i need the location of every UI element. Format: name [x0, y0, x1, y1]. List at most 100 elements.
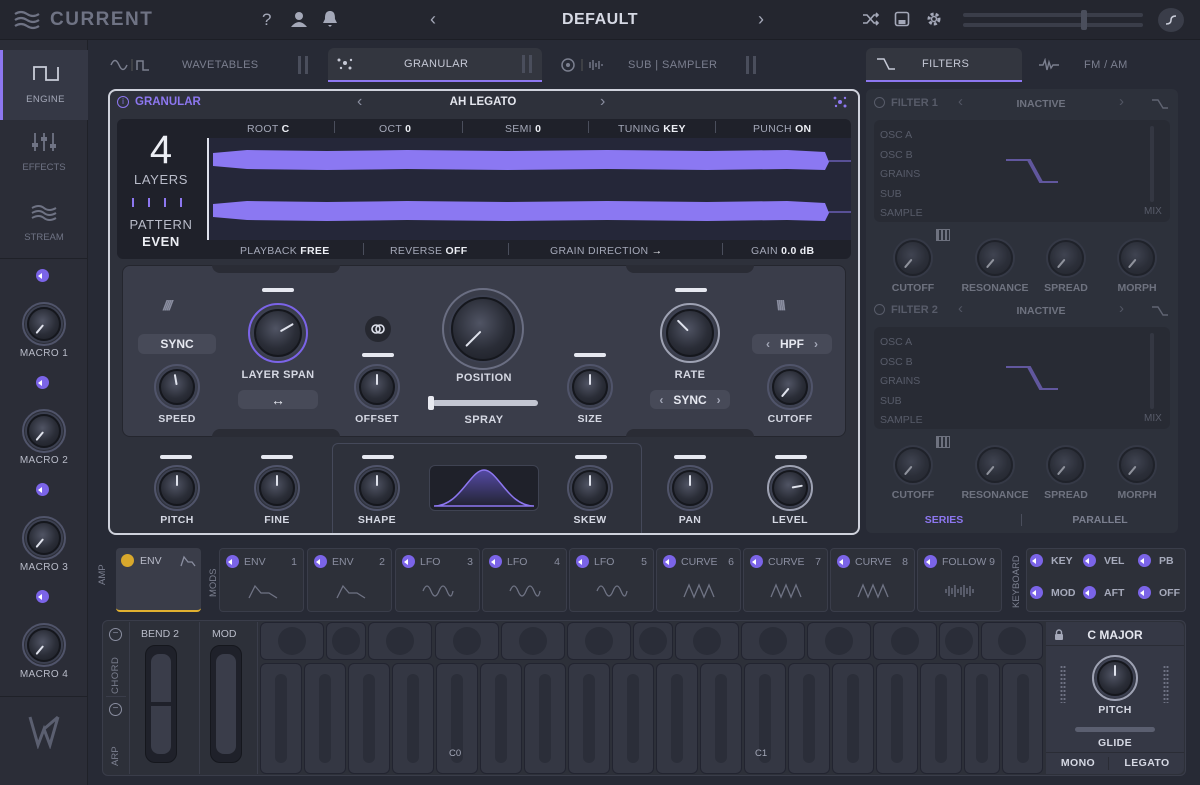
spray-slider[interactable] [428, 396, 538, 410]
power-toggle-icon[interactable] [298, 56, 308, 74]
piano-key[interactable] [873, 622, 937, 660]
piano-key[interactable] [788, 663, 830, 774]
piano-key[interactable] [568, 663, 610, 774]
source-osc-b[interactable]: OSC B [880, 353, 923, 373]
piano-key[interactable] [480, 663, 522, 774]
link-icon[interactable] [365, 316, 391, 342]
pitch-bend-wheel[interactable] [145, 645, 177, 763]
scale-value[interactable]: C MAJOR [1070, 628, 1160, 642]
sample-name[interactable]: AH LEGATO [420, 96, 546, 108]
legato-button[interactable]: LEGATO [1114, 757, 1180, 769]
mod-slot-curve-7[interactable]: CURVE 7 [743, 548, 828, 612]
mod-slot-lfo-4[interactable]: LFO 4 [482, 548, 567, 612]
cutoff-knob[interactable] [772, 369, 808, 405]
piano-key[interactable] [876, 663, 918, 774]
spread-knob[interactable] [1048, 240, 1084, 276]
source-grains[interactable]: GRAINS [880, 165, 923, 185]
mod-source[interactable]: MOD [1030, 586, 1076, 599]
piano-key[interactable] [304, 663, 346, 774]
bend-value[interactable]: 2 [173, 628, 179, 640]
mod-slot-env-1[interactable]: ENV 1 [219, 548, 304, 612]
shape-knob[interactable] [359, 470, 395, 506]
sidebar-item-stream[interactable]: STREAM [0, 194, 88, 258]
arp-toggle-icon[interactable]: − [109, 703, 122, 716]
pb-source[interactable]: PB [1138, 554, 1174, 567]
mod-assign-button[interactable] [402, 555, 415, 568]
source-sub[interactable]: SUB [880, 392, 923, 412]
save-icon[interactable] [894, 11, 910, 27]
mod-assign-button[interactable] [489, 555, 502, 568]
glide-slider[interactable] [1075, 727, 1155, 732]
macro-assign-button[interactable] [36, 376, 49, 394]
cutoff-knob[interactable] [895, 240, 931, 276]
speed-sync-button[interactable]: SYNC [138, 334, 216, 354]
help-icon[interactable]: ? [262, 10, 271, 30]
power-toggle-icon[interactable] [746, 56, 756, 74]
reverse-param[interactable]: REVERSE OFF [390, 245, 467, 257]
pan-knob[interactable] [672, 470, 708, 506]
source-sample[interactable]: SAMPLE [880, 411, 923, 431]
piano-key[interactable] [260, 622, 324, 660]
piano-key[interactable] [675, 622, 739, 660]
filter-status[interactable]: INACTIVE [996, 98, 1086, 110]
off-source[interactable]: OFF [1138, 586, 1180, 599]
tab-sub-sampler[interactable]: SUB | SAMPLER [552, 48, 766, 82]
grain-scatter-icon[interactable] [832, 95, 848, 114]
filter-power-icon[interactable] [874, 304, 885, 315]
piano-key[interactable] [741, 622, 805, 660]
amp-env-assign-button[interactable] [121, 554, 134, 567]
source-sub[interactable]: SUB [880, 185, 923, 205]
power-toggle-icon[interactable] [522, 55, 532, 73]
grain-direction-param[interactable]: GRAIN DIRECTION → [550, 245, 662, 257]
resonance-knob[interactable] [977, 240, 1013, 276]
macro-knob[interactable] [27, 414, 61, 448]
mod-slot-follow-9[interactable]: FOLLOW 9 [917, 548, 1002, 612]
piano-key[interactable] [939, 622, 979, 660]
output-volume-handle[interactable] [1081, 10, 1087, 30]
prev-sample-chevron-icon[interactable]: ‹ [357, 93, 362, 111]
rate-sync-selector[interactable]: ‹ SYNC › [650, 390, 730, 409]
offset-knob[interactable] [359, 369, 395, 405]
macro-assign-button[interactable] [36, 269, 49, 287]
chevron-left-icon[interactable]: ‹ [958, 300, 963, 317]
chevron-left-icon[interactable]: ‹ [958, 93, 963, 110]
chevron-left-icon[interactable]: ‹ [659, 393, 663, 407]
source-osc-a[interactable]: OSC A [880, 126, 923, 146]
amp-env-slot[interactable]: ENV [116, 548, 201, 612]
morph-knob[interactable] [1119, 447, 1155, 483]
piano-key[interactable] [368, 622, 432, 660]
piano-key[interactable] [612, 663, 654, 774]
chevron-left-icon[interactable]: ‹ [766, 337, 770, 351]
semi-param[interactable]: SEMI 0 [505, 123, 541, 135]
preset-name[interactable]: DEFAULT [540, 11, 660, 29]
root-param[interactable]: ROOT C [247, 123, 289, 135]
tuning-param[interactable]: TUNING KEY [618, 123, 686, 135]
speed-knob[interactable] [159, 369, 195, 405]
piano-key[interactable] [260, 663, 302, 774]
tab-granular[interactable]: GRANULAR [328, 48, 542, 82]
macro-assign-button[interactable] [36, 590, 49, 608]
mod-assign-button[interactable] [837, 555, 850, 568]
filter-mix-slider[interactable] [1150, 126, 1154, 202]
piano-key[interactable] [700, 663, 742, 774]
source-grains[interactable]: GRAINS [880, 372, 923, 392]
gain-param[interactable]: GAIN 0.0 dB [751, 245, 814, 257]
piano-key[interactable] [567, 622, 631, 660]
vel-source[interactable]: VEL [1083, 554, 1124, 567]
waveform-toggle-icon[interactable] [1158, 8, 1184, 32]
macro-assign-button[interactable] [36, 483, 49, 501]
playback-param[interactable]: PLAYBACK FREE [240, 245, 330, 257]
master-pitch-knob[interactable] [1097, 660, 1133, 696]
mod-slot-curve-8[interactable]: CURVE 8 [830, 548, 915, 612]
cutoff-knob[interactable] [895, 447, 931, 483]
oct-param[interactable]: OCT 0 [379, 123, 411, 135]
piano-key[interactable] [501, 622, 565, 660]
size-knob[interactable] [572, 369, 608, 405]
piano-key[interactable] [326, 622, 366, 660]
filter-routing-parallel[interactable]: PARALLEL [1060, 514, 1140, 526]
shuffle-icon[interactable] [862, 11, 880, 27]
pattern-value[interactable]: EVEN [117, 234, 205, 249]
rate-knob[interactable] [666, 309, 714, 357]
next-preset-chevron-icon[interactable]: › [758, 9, 764, 30]
macro-knob[interactable] [27, 307, 61, 341]
